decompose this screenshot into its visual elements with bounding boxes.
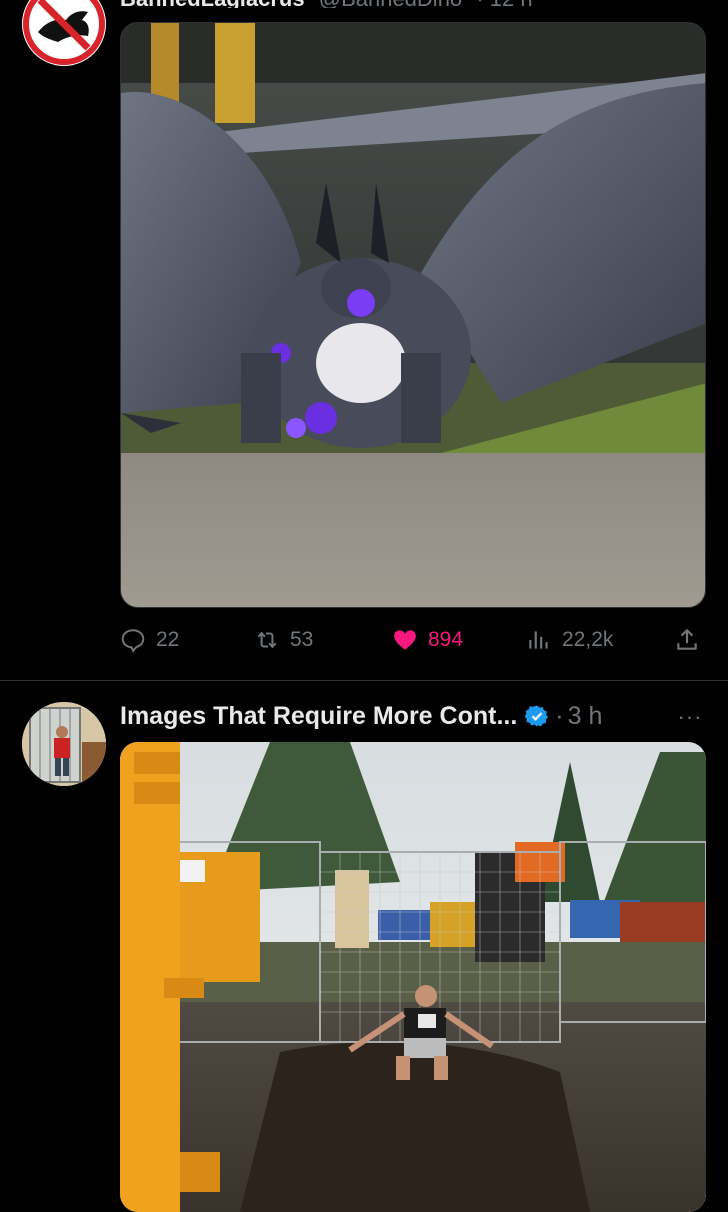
author-name[interactable]: Images That Require More Cont... xyxy=(120,702,517,731)
more-options-button[interactable]: ··· xyxy=(674,704,706,729)
tweet-media-image[interactable] xyxy=(120,742,706,1212)
author-avatar-images[interactable] xyxy=(22,702,106,786)
like-button[interactable]: 894 xyxy=(392,620,463,660)
analytics-icon xyxy=(529,631,548,649)
reply-button[interactable]: 22 xyxy=(120,620,179,660)
no-dino-logo-icon xyxy=(23,0,105,65)
tweet-time[interactable]: 3 h xyxy=(568,702,603,731)
verified-badge-icon xyxy=(525,705,549,727)
author-name[interactable]: BannedLagiacrus xyxy=(120,0,305,8)
like-count: 894 xyxy=(428,628,464,651)
construction-site-image xyxy=(120,742,706,1212)
retweet-icon xyxy=(257,631,277,649)
tweet-header: BannedLagiacrus @BannedDino · 12 h xyxy=(120,0,720,8)
tweet-media-image[interactable] xyxy=(120,22,706,608)
tweet-time[interactable]: · 12 h xyxy=(476,0,532,8)
views-button[interactable]: 22,2k xyxy=(526,620,613,660)
tweet-header: Images That Require More Cont... · 3 h xyxy=(120,698,710,734)
tweet-actions: 22 53 894 22,2k xyxy=(120,620,710,660)
share-button[interactable] xyxy=(674,620,710,660)
share-icon xyxy=(677,629,697,650)
reply-icon xyxy=(121,629,145,653)
author-handle[interactable]: @BannedDino xyxy=(319,0,462,8)
author-avatar-banned[interactable] xyxy=(22,0,106,66)
retweet-count: 53 xyxy=(290,628,314,651)
heart-filled-icon xyxy=(394,630,416,650)
dragon-image xyxy=(121,23,705,607)
reply-count: 22 xyxy=(156,628,180,651)
separator-dot: · xyxy=(555,701,564,730)
retweet-button[interactable]: 53 xyxy=(254,620,313,660)
tweet-divider xyxy=(0,680,728,681)
views-count: 22,2k xyxy=(562,628,614,651)
person-in-cage-avatar-icon xyxy=(22,702,106,786)
